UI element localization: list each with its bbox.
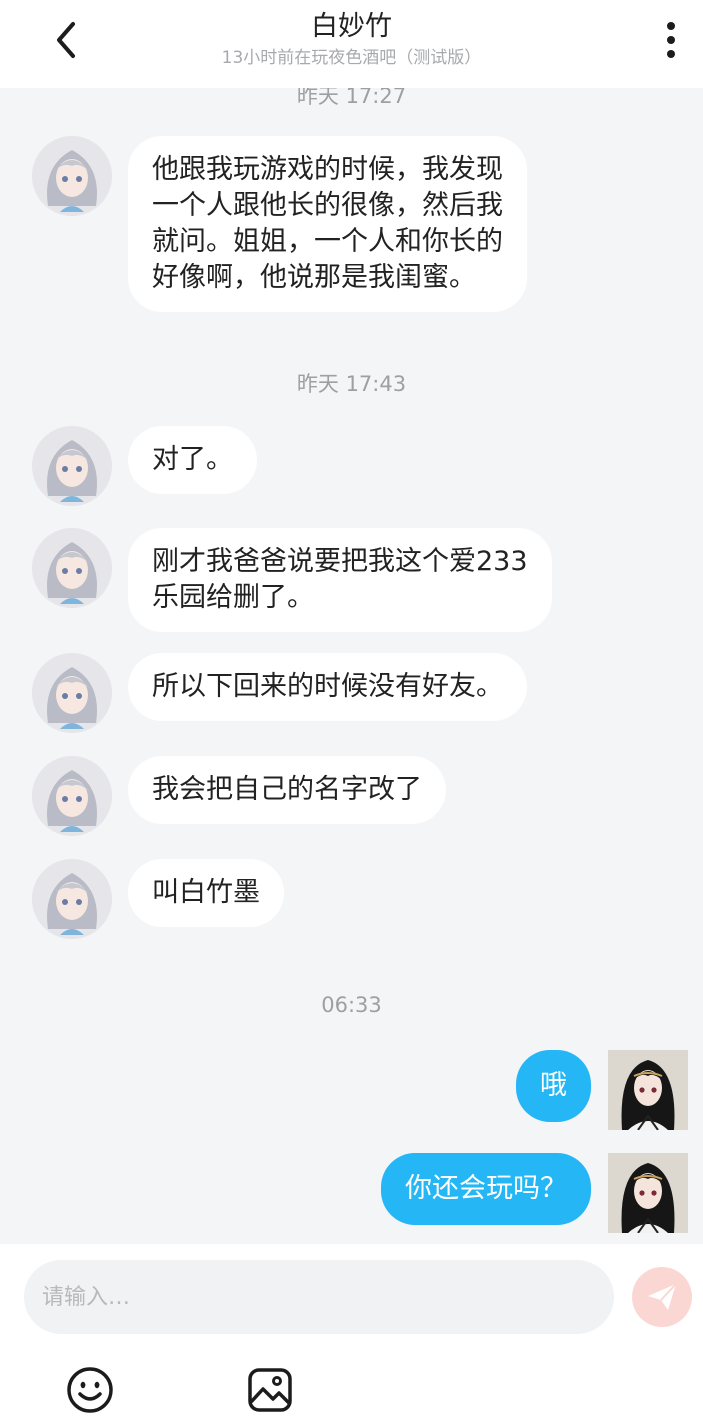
contact-avatar[interactable] — [32, 528, 112, 608]
message-bubble[interactable]: 刚才我爸爸说要把我这个爱233 乐园给删了。 — [128, 528, 552, 632]
message-bubble[interactable]: 他跟我玩游戏的时候，我发现 一个人跟他长的很像，然后我 就问。姐姐，一个人和你长… — [128, 136, 527, 312]
message-input[interactable] — [24, 1260, 614, 1334]
message-bubble-own[interactable]: 你还会玩吗？ — [381, 1153, 591, 1225]
input-panel — [0, 1244, 703, 1421]
contact-avatar[interactable] — [32, 653, 112, 733]
message-bubble[interactable]: 所以下回来的时候没有好友。 — [128, 653, 527, 721]
user-avatar[interactable] — [608, 1153, 688, 1233]
chat-header: 白妙竹 13小时前在玩夜色酒吧（测试版） — [0, 0, 703, 88]
message-bubble[interactable]: 我会把自己的名字改了 — [128, 756, 446, 824]
user-avatar[interactable] — [608, 1050, 688, 1130]
message-bubble-own[interactable]: 哦 — [516, 1050, 591, 1122]
contact-avatar[interactable] — [32, 756, 112, 836]
emoji-button[interactable] — [66, 1366, 114, 1414]
chat-area[interactable]: 昨天 17:27 他跟我玩游戏的时候，我发现 一个人跟他长的很像，然后我 就问。… — [0, 0, 703, 1244]
more-vertical-icon — [667, 22, 675, 58]
image-button[interactable] — [246, 1366, 294, 1414]
contact-avatar[interactable] — [32, 136, 112, 216]
timestamp: 06:33 — [321, 993, 382, 1017]
contact-name: 白妙竹 — [311, 11, 392, 42]
contact-avatar[interactable] — [32, 426, 112, 506]
message-bubble[interactable]: 叫白竹墨 — [128, 859, 284, 927]
contact-avatar[interactable] — [32, 859, 112, 939]
send-button[interactable] — [632, 1267, 692, 1327]
contact-status: 13小时前在玩夜色酒吧（测试版） — [221, 48, 482, 68]
more-button[interactable] — [651, 18, 691, 62]
timestamp: 昨天 17:43 — [296, 372, 407, 396]
emoji-icon — [67, 1367, 113, 1413]
image-icon — [248, 1368, 292, 1412]
message-bubble[interactable]: 对了。 — [128, 426, 257, 494]
send-icon — [648, 1283, 677, 1310]
header-title-group: 白妙竹 13小时前在玩夜色酒吧（测试版） — [0, 10, 703, 70]
